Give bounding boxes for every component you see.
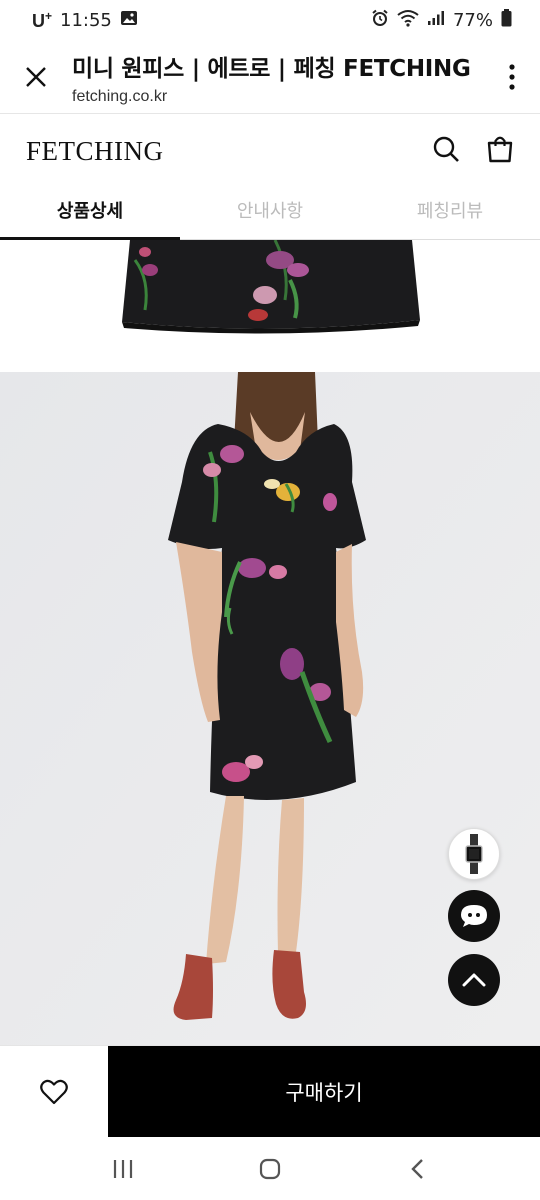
page-title: 미니 원피스 | 에트로 | 페칭 FETCHING bbox=[72, 56, 471, 82]
recent-product-thumbnail[interactable] bbox=[448, 828, 500, 880]
status-bar: U+ 11:55 77% bbox=[0, 0, 540, 40]
watch-thumbnail-icon bbox=[465, 834, 483, 874]
search-icon[interactable] bbox=[432, 135, 460, 167]
home-button[interactable] bbox=[230, 1144, 310, 1194]
carrier-label: U+ bbox=[32, 8, 53, 31]
purchase-bar: 구매하기 bbox=[0, 1045, 540, 1138]
product-image-dress-hem bbox=[0, 240, 540, 370]
back-button[interactable] bbox=[377, 1144, 457, 1194]
alarm-icon bbox=[371, 9, 389, 32]
product-tabs: 상품상세 안내사항 페칭리뷰 bbox=[0, 188, 540, 240]
system-nav-bar bbox=[0, 1137, 540, 1200]
battery-icon bbox=[501, 8, 512, 32]
recent-apps-button[interactable] bbox=[83, 1144, 163, 1194]
recent-apps-icon bbox=[114, 1159, 133, 1178]
more-vert-icon bbox=[509, 63, 515, 90]
scroll-top-icon bbox=[462, 973, 486, 987]
chat-button[interactable] bbox=[448, 890, 500, 942]
tab-notice[interactable]: 안내사항 bbox=[180, 188, 360, 239]
tab-product-detail[interactable]: 상품상세 bbox=[0, 188, 180, 240]
more-options-button[interactable] bbox=[484, 40, 540, 114]
site-header: FETCHING bbox=[0, 114, 540, 188]
signal-icon bbox=[427, 10, 445, 31]
wishlist-button[interactable] bbox=[0, 1046, 108, 1138]
wifi-icon bbox=[397, 9, 419, 32]
back-icon bbox=[410, 1158, 423, 1179]
heart-icon bbox=[40, 1079, 68, 1105]
shopping-bag-icon[interactable] bbox=[486, 135, 514, 167]
close-icon bbox=[26, 66, 46, 87]
home-icon bbox=[259, 1158, 281, 1179]
close-button[interactable] bbox=[0, 40, 72, 114]
scroll-top-button[interactable] bbox=[448, 954, 500, 1006]
page-url: fetching.co.kr bbox=[72, 88, 168, 105]
status-time: 11:55 bbox=[60, 9, 112, 31]
chat-icon bbox=[461, 905, 487, 927]
gallery-icon bbox=[120, 10, 138, 31]
fetching-logo[interactable]: FETCHING bbox=[26, 136, 164, 167]
browser-title-bar: 미니 원피스 | 에트로 | 페칭 FETCHING fetching.co.k… bbox=[0, 40, 540, 114]
tab-reviews[interactable]: 페칭리뷰 bbox=[360, 188, 540, 239]
product-image-model-front bbox=[0, 372, 540, 1045]
battery-percent: 77% bbox=[452, 9, 493, 31]
buy-button[interactable]: 구매하기 bbox=[108, 1046, 540, 1137]
